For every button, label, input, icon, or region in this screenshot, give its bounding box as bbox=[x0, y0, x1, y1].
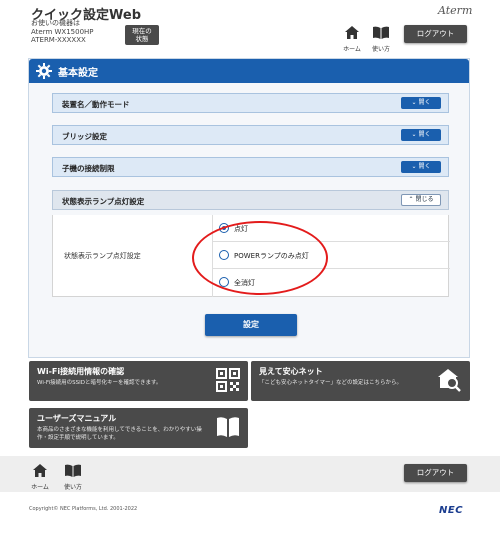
lamp-option-on[interactable]: 点灯 bbox=[213, 215, 450, 242]
device-id: ATERM-XXXXXX bbox=[31, 36, 86, 44]
section-label: 子機の接続制限 bbox=[62, 164, 115, 173]
open-button-label: 開く bbox=[418, 163, 431, 170]
footer: ホーム 使い方 ログアウト bbox=[0, 456, 500, 492]
tile-title: Wi-Fi接続用情報の確認 bbox=[37, 367, 125, 376]
tile-title: 見えて安心ネット bbox=[259, 367, 323, 376]
aterm-logo: Aterm bbox=[438, 4, 473, 17]
open-button-label: 開く bbox=[418, 99, 431, 106]
option-label: 点灯 bbox=[234, 225, 248, 233]
section-label: 状態表示ランプ点灯設定 bbox=[62, 197, 145, 206]
lamp-options: 点灯 POWERランプのみ点灯 全消灯 bbox=[212, 215, 450, 297]
logout-button[interactable]: ログアウト bbox=[404, 25, 467, 43]
gear-icon bbox=[36, 63, 52, 79]
qr-code-icon bbox=[216, 368, 240, 392]
guide-label: 使い方 bbox=[63, 484, 82, 491]
lamp-setting-area: 状態表示ランプ点灯設定 点灯 POWERランプのみ点灯 全消灯 bbox=[52, 215, 450, 297]
footer-guide-link[interactable]: 使い方 bbox=[60, 462, 86, 491]
radio-button[interactable] bbox=[219, 223, 229, 233]
book-icon bbox=[65, 464, 81, 477]
tile-user-manual[interactable]: ユーザーズマニュアル 本商品のさまざまな機能を利用してできることを、わかりやすい… bbox=[29, 408, 248, 448]
home-icon bbox=[345, 26, 359, 39]
tile-title: ユーザーズマニュアル bbox=[37, 414, 117, 423]
footer-logout-button[interactable]: ログアウト bbox=[404, 464, 467, 482]
tile-desc: Wi-Fi接続用のSSIDと暗号化キーを確認できます。 bbox=[37, 380, 162, 386]
radio-button[interactable] bbox=[219, 250, 229, 260]
header: クイック設定Web お使いの機器は Aterm WX1500HP ATERM-X… bbox=[0, 0, 500, 53]
nec-logo: NEC bbox=[439, 505, 464, 516]
tile-wifi-info[interactable]: Wi-Fi接続用情報の確認 Wi-Fi接続用のSSIDと暗号化キーを確認できます… bbox=[29, 361, 248, 401]
tile-desc: 本商品のさまざまな機能を利用してできることを、わかりやすい操作・設定手順で説明し… bbox=[37, 427, 202, 441]
device-info: お使いの機器は Aterm WX1500HP ATERM-XXXXXX bbox=[31, 19, 94, 45]
guide-label: 使い方 bbox=[371, 46, 390, 53]
open-button[interactable]: ⌄ 開く bbox=[401, 97, 441, 109]
copyright: Copyright© NEC Platforms, Ltd. 2001-2022 bbox=[29, 506, 138, 512]
device-info-line: お使いの機器は bbox=[31, 19, 80, 27]
home-search-icon bbox=[438, 369, 461, 392]
home-label: ホーム bbox=[31, 484, 49, 491]
section-bridge[interactable]: ブリッジ設定 ⌄ 開く bbox=[52, 125, 449, 145]
home-icon bbox=[33, 464, 47, 477]
apply-button[interactable]: 設定 bbox=[205, 314, 297, 336]
lamp-option-all-off[interactable]: 全消灯 bbox=[213, 269, 450, 296]
lamp-option-power-only[interactable]: POWERランプのみ点灯 bbox=[213, 242, 450, 269]
lamp-setting-label: 状態表示ランプ点灯設定 bbox=[64, 252, 141, 260]
guide-link[interactable]: 使い方 bbox=[368, 24, 394, 53]
home-label: ホーム bbox=[343, 46, 361, 53]
tile-desc: 「こども安心ネットタイマー」などの設定はこちらから。 bbox=[259, 380, 403, 386]
book-icon bbox=[217, 417, 239, 437]
book-icon bbox=[373, 26, 389, 39]
tile-safety-net[interactable]: 見えて安心ネット 「こども安心ネットタイマー」などの設定はこちらから。 bbox=[251, 361, 470, 401]
section-label: 装置名／動作モード bbox=[62, 100, 130, 109]
section-device-name-mode[interactable]: 装置名／動作モード ⌄ 開く bbox=[52, 93, 449, 113]
section-label: ブリッジ設定 bbox=[62, 132, 107, 141]
close-button-label: 閉じる bbox=[415, 196, 434, 203]
current-status-button[interactable]: 現在の 状態 bbox=[125, 25, 159, 45]
option-label: POWERランプのみ点灯 bbox=[234, 252, 309, 260]
basic-settings-panel: 基本設定 装置名／動作モード ⌄ 開く ブリッジ設定 ⌄ 開く 子機の接続制限 … bbox=[28, 58, 470, 358]
radio-button[interactable] bbox=[219, 277, 229, 287]
section-lamp[interactable]: 状態表示ランプ点灯設定 ⌃ 閉じる bbox=[52, 190, 449, 210]
close-button[interactable]: ⌃ 閉じる bbox=[401, 194, 441, 206]
open-button-label: 開く bbox=[418, 131, 431, 138]
option-label: 全消灯 bbox=[234, 279, 255, 287]
section-client-limit[interactable]: 子機の接続制限 ⌄ 開く bbox=[52, 157, 449, 177]
panel-title: 基本設定 bbox=[58, 68, 98, 79]
device-model: Aterm WX1500HP bbox=[31, 27, 94, 36]
open-button[interactable]: ⌄ 開く bbox=[401, 129, 441, 141]
footer-home-link[interactable]: ホーム bbox=[29, 462, 51, 491]
open-button[interactable]: ⌄ 開く bbox=[401, 161, 441, 173]
panel-header: 基本設定 bbox=[29, 59, 469, 83]
home-link[interactable]: ホーム bbox=[340, 24, 364, 53]
